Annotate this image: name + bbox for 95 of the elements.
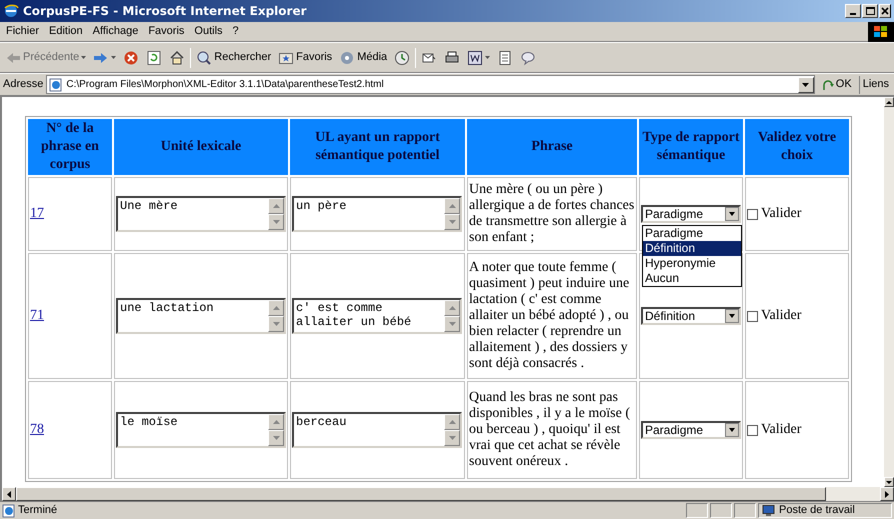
sentence-link[interactable]: 17 [30, 206, 44, 221]
vertical-scrollbar[interactable] [884, 97, 894, 487]
relation-select[interactable]: Paradigme [641, 205, 741, 223]
page-icon [2, 504, 16, 518]
caret-icon [81, 56, 86, 59]
text-area[interactable]: c' est comme allaiter un bébé [292, 298, 462, 334]
relation-select[interactable]: Paradigme [641, 421, 741, 439]
minimize-button[interactable] [845, 4, 861, 18]
up-arrow-icon [272, 306, 280, 310]
checkbox[interactable] [747, 424, 758, 436]
text-area[interactable]: le moïse [116, 412, 286, 448]
caret-icon [111, 56, 116, 59]
down-arrow-icon [802, 82, 810, 86]
zone-text: Poste de travail [779, 503, 855, 518]
checkbox-label[interactable]: Valider [761, 422, 802, 438]
sentence-link[interactable]: 71 [30, 308, 44, 323]
scrollbar[interactable] [268, 300, 284, 332]
scrollbar[interactable] [444, 300, 460, 332]
text-area[interactable]: berceau [292, 412, 462, 448]
left-arrow-icon [7, 490, 11, 498]
column-header: Validez votre choix [745, 119, 849, 175]
notepad-icon [497, 50, 514, 66]
down-arrow-icon [272, 436, 280, 440]
checkbox-label[interactable]: Valider [761, 308, 802, 324]
address-field[interactable]: C:\Program Files\Morphon\XML-Editor 3.1.1\Data\parentheseTest2.html [46, 75, 815, 94]
address-label: Adresse [3, 77, 44, 92]
scrollbar[interactable] [444, 198, 460, 230]
column-header: N° de la phrase en corpus [28, 119, 112, 175]
text-area[interactable]: une lactation [116, 298, 286, 334]
down-arrow-icon [448, 436, 456, 440]
sentence-link[interactable]: 78 [30, 422, 44, 437]
relation-select[interactable]: Définition [641, 307, 741, 325]
menu-item[interactable]: Edition [45, 23, 87, 40]
maximize-button[interactable] [862, 4, 878, 18]
sentence-text: Une mère ( ou un père ) allergique a de fortes chances de transmettre son allergie à son enfant ; [469, 182, 635, 246]
menu-item[interactable]: ? [228, 23, 243, 40]
horizontal-scrollbar[interactable] [0, 487, 894, 501]
checkbox[interactable] [747, 208, 758, 220]
column-header: Phrase [467, 119, 637, 175]
sentence-text: A noter que toute femme ( quasiment ) peut induire une lactation ( c' est comme allaiter un bébé adopté ) , ou bien relacter ( reprendre un allaitement ) , des dossiers y sont déjà consacrés . [469, 260, 630, 372]
column-header: UL ayant un rapport sémantique potentiel [290, 119, 465, 175]
document-icon [467, 50, 484, 66]
up-arrow-icon [448, 420, 456, 424]
menu-item[interactable]: Outils [190, 23, 227, 40]
up-arrow-icon [272, 204, 280, 208]
down-arrow-icon [448, 322, 456, 326]
up-arrow-icon [448, 306, 456, 310]
up-arrow-icon [448, 204, 456, 208]
right-arrow-icon [885, 490, 889, 498]
up-arrow-icon [272, 420, 280, 424]
column-header: Unité lexicale [114, 119, 288, 175]
dropdown-button[interactable] [798, 76, 814, 92]
text-area[interactable]: un père [292, 196, 462, 232]
down-arrow-icon [272, 322, 280, 326]
printer-icon [444, 50, 460, 66]
windows-logo-icon [868, 22, 894, 42]
speech-bubble-icon [520, 50, 536, 66]
scrollbar[interactable] [444, 414, 460, 446]
page-icon [49, 78, 64, 92]
home-icon [169, 50, 186, 66]
dropdown-option[interactable]: Paradigme [643, 226, 741, 241]
down-arrow-icon [886, 480, 892, 484]
down-arrow-icon [448, 220, 456, 224]
refresh-icon [146, 50, 162, 66]
status-text: Terminé [18, 503, 58, 518]
toolbar-button[interactable]: Favoris [276, 46, 334, 70]
checkbox[interactable] [747, 310, 758, 322]
stop-icon [123, 50, 140, 66]
dropdown-option[interactable]: Définition [643, 241, 741, 256]
menu-item[interactable]: Favoris [144, 23, 188, 40]
go-button[interactable]: OK [818, 75, 856, 94]
text-area[interactable]: Une mère [116, 196, 286, 232]
window-title: CorpusPE-FS - Microsoft Internet Explorer [23, 3, 308, 20]
search-icon [196, 50, 212, 66]
disc-icon [339, 50, 356, 66]
go-arrow-icon [822, 78, 835, 91]
down-arrow-icon [272, 220, 280, 224]
toolbar-button[interactable]: Rechercher [194, 46, 274, 70]
scrollbar[interactable] [268, 198, 284, 230]
links-button[interactable]: Liens [862, 76, 891, 93]
scrollbar[interactable] [268, 414, 284, 446]
close-button[interactable] [879, 4, 891, 18]
toolbar-button[interactable]: Média [337, 46, 390, 70]
column-header: Type de rapport sémantique [639, 119, 743, 175]
checkbox-label[interactable]: Valider [761, 206, 802, 222]
dropdown-option[interactable]: Hyperonymie [643, 256, 741, 271]
menu-item[interactable]: Fichier [2, 23, 44, 40]
menu-item[interactable]: Affichage [88, 23, 142, 40]
sentence-text: Quand les bras ne sont pas disponibles , il y a le moïse ( ou berceau ) , quoiqu' il est vrai que cet achat se révèle souvent onéreux . [469, 390, 631, 470]
browser-icon [3, 3, 19, 19]
caret-icon [485, 56, 490, 59]
computer-icon [762, 504, 775, 516]
clock-icon [394, 50, 410, 66]
dropdown-option[interactable]: Aucun [643, 271, 741, 286]
up-arrow-icon [886, 100, 892, 104]
